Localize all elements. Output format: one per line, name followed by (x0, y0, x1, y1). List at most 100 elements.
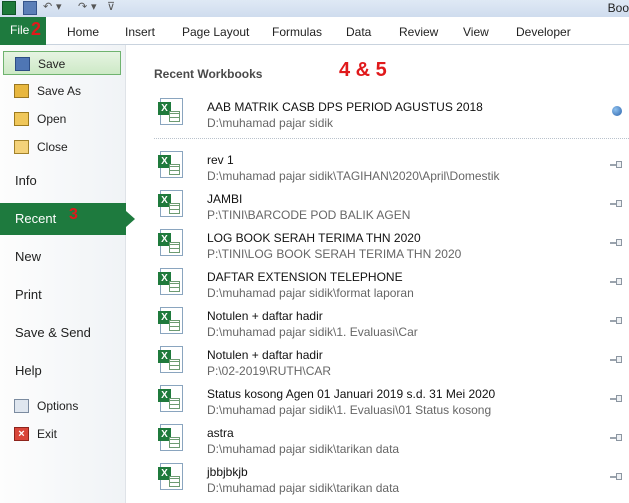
nav-recent-label: Recent (15, 211, 57, 226)
nav-close[interactable]: Close (0, 135, 126, 159)
workbook-item[interactable]: X astra D:\muhamad pajar sidik\tarikan d… (140, 421, 629, 459)
open-folder-icon (14, 112, 29, 126)
nav-open-label: Open (37, 112, 67, 126)
nav-save-as[interactable]: Save As (0, 79, 126, 103)
workbook-path: D:\muhamad pajar sidik\tarikan data (207, 481, 400, 495)
nav-exit[interactable]: × Exit (0, 422, 126, 446)
save-as-icon (14, 84, 29, 98)
workbook-path: D:\muhamad pajar sidik\1. Evaluasi\Car (207, 325, 418, 339)
nav-options-label: Options (37, 399, 79, 413)
workbook-item[interactable]: X Notulen + daftar hadir D:\muhamad paja… (140, 304, 629, 342)
workbook-path: D:\muhamad pajar sidik\TAGIHAN\2020\Apri… (207, 169, 500, 183)
nav-print[interactable]: Print (0, 280, 126, 310)
workbook-name: LOG BOOK SERAH TERIMA THN 2020 (207, 231, 421, 245)
workbook-name: JAMBI (207, 192, 243, 206)
nav-save-send[interactable]: Save & Send (0, 318, 126, 348)
nav-info[interactable]: Info (0, 166, 126, 196)
nav-new[interactable]: New (0, 242, 126, 272)
workbook-item[interactable]: X Notulen + daftar hadir P:\02-2019\RUTH… (140, 343, 629, 381)
workbook-item[interactable]: X jbbjbkjb D:\muhamad pajar sidik\tarika… (140, 460, 629, 498)
undo-dropdown-icon[interactable]: ▾ (56, 0, 62, 13)
nav-save-send-label: Save & Send (15, 325, 91, 340)
nav-help[interactable]: Help (0, 356, 126, 386)
step-badge-4-5: 4 & 5 (339, 59, 387, 81)
workbook-item[interactable]: X DAFTAR EXTENSION TELEPHONE D:\muhamad … (140, 265, 629, 303)
pin-icon[interactable] (610, 238, 623, 247)
workbook-path: D:\muhamad pajar sidik\format laporan (207, 286, 414, 300)
workbook-path: P:\TINI\LOG BOOK SERAH TERIMA THN 2020 (207, 247, 462, 261)
excel-file-icon: X (158, 385, 183, 412)
workbook-name: Notulen + daftar hadir (207, 348, 323, 362)
pin-icon[interactable] (610, 199, 623, 208)
workbook-path: D:\muhamad pajar sidik (207, 116, 334, 130)
tab-file[interactable]: File 2 (0, 17, 46, 45)
workbook-name: Status kosong Agen 01 Januari 2019 s.d. … (207, 387, 496, 401)
nav-save-as-label: Save As (37, 84, 82, 98)
workbook-item[interactable]: X LOG BOOK SERAH TERIMA THN 2020 P:\TINI… (140, 226, 629, 264)
excel-file-icon: X (158, 98, 183, 125)
close-folder-icon (14, 140, 29, 154)
excel-file-icon: X (158, 307, 183, 334)
workbook-item[interactable]: X Status kosong Agen 01 Januari 2019 s.d… (140, 382, 629, 420)
window-title: Boo (607, 1, 629, 15)
workbook-item[interactable]: X AAB MATRIK CASB DPS PERIOD AGUSTUS 201… (140, 95, 629, 133)
tab-developer[interactable]: Developer (516, 25, 571, 39)
ribbon-tabs: File 2 Home Insert Page Layout Formulas … (0, 17, 629, 45)
backstage-nav: Save Save As Open Close Info Recent 3 Ne… (0, 45, 135, 503)
workbook-name: rev 1 (207, 153, 234, 167)
pinned-divider (154, 138, 629, 139)
tab-page-layout[interactable]: Page Layout (182, 25, 249, 39)
nav-open[interactable]: Open (0, 107, 126, 131)
nav-help-label: Help (15, 363, 42, 378)
nav-exit-label: Exit (37, 427, 58, 441)
pin-icon[interactable] (610, 316, 623, 325)
workbook-path: P:\02-2019\RUTH\CAR (207, 364, 332, 378)
options-icon (14, 399, 29, 413)
pin-icon[interactable] (610, 355, 623, 364)
workbook-name: Notulen + daftar hadir (207, 309, 323, 323)
workbook-item[interactable]: X JAMBI P:\TINI\BARCODE POD BALIK AGEN (140, 187, 629, 225)
tab-file-label: File (10, 23, 30, 37)
workbook-path: P:\TINI\BARCODE POD BALIK AGEN (207, 208, 411, 222)
workbook-name: AAB MATRIK CASB DPS PERIOD AGUSTUS 2018 (207, 100, 483, 114)
customize-quick-access-icon[interactable]: ⊽ (107, 0, 115, 13)
nav-save-label: Save (38, 57, 66, 71)
pin-icon[interactable] (610, 160, 623, 169)
pin-icon[interactable] (610, 277, 623, 286)
workbook-item[interactable]: X rev 1 D:\muhamad pajar sidik\TAGIHAN\2… (140, 148, 629, 186)
excel-file-icon: X (158, 151, 183, 178)
title-bar: ↶ ▾ ↷ ▾ ⊽ Boo (0, 0, 629, 17)
nav-recent[interactable]: Recent 3 (0, 203, 135, 235)
step-badge-2: 2 (31, 19, 42, 39)
workbook-path: D:\muhamad pajar sidik\1. Evaluasi\01 St… (207, 403, 492, 417)
excel-app-icon[interactable] (2, 1, 16, 15)
excel-file-icon: X (158, 463, 183, 490)
excel-file-icon: X (158, 268, 183, 295)
tab-data[interactable]: Data (346, 25, 371, 39)
tab-formulas[interactable]: Formulas (272, 25, 322, 39)
nav-print-label: Print (15, 287, 42, 302)
redo-dropdown-icon[interactable]: ▾ (91, 0, 97, 13)
quick-save-icon[interactable] (23, 1, 37, 15)
pinned-icon[interactable] (612, 106, 622, 116)
excel-file-icon: X (158, 424, 183, 451)
nav-new-label: New (15, 249, 42, 264)
nav-close-label: Close (37, 140, 68, 154)
selected-arrow-icon (126, 211, 135, 227)
undo-icon[interactable]: ↶ (43, 0, 52, 13)
save-icon (15, 57, 30, 71)
tab-review[interactable]: Review (399, 25, 438, 39)
recent-workbooks-panel: Recent Workbooks 4 & 5 X AAB MATRIK CASB… (140, 45, 629, 503)
pin-icon[interactable] (610, 394, 623, 403)
redo-icon[interactable]: ↷ (78, 0, 87, 13)
tab-insert[interactable]: Insert (125, 25, 155, 39)
pin-icon[interactable] (610, 433, 623, 442)
excel-file-icon: X (158, 190, 183, 217)
nav-options[interactable]: Options (0, 394, 126, 418)
tab-view[interactable]: View (463, 25, 489, 39)
section-title: Recent Workbooks (154, 67, 263, 81)
pin-icon[interactable] (610, 472, 623, 481)
excel-file-icon: X (158, 346, 183, 373)
nav-save[interactable]: Save (3, 51, 121, 75)
tab-home[interactable]: Home (67, 25, 99, 39)
